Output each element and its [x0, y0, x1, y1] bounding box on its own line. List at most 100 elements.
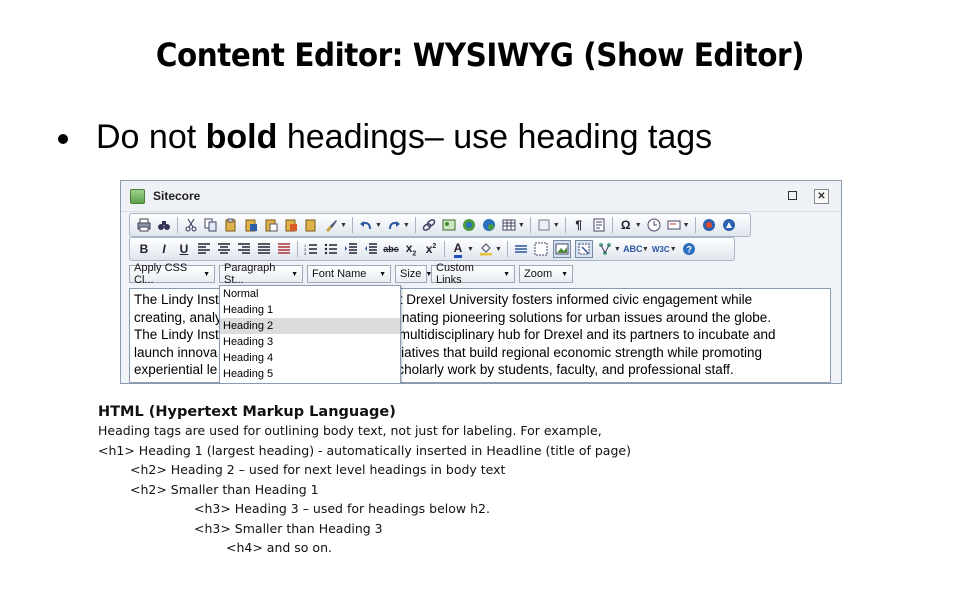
- close-icon: ✕: [817, 191, 826, 202]
- close-button[interactable]: ✕: [814, 189, 829, 204]
- align-left-button[interactable]: [196, 241, 212, 257]
- underline-button[interactable]: U: [176, 241, 192, 257]
- format-stripper-button[interactable]: [323, 217, 339, 233]
- help-button-1[interactable]: [721, 217, 737, 233]
- custom-links-dropdown[interactable]: Custom Links ▼: [431, 262, 515, 286]
- outdent-button[interactable]: [363, 241, 379, 257]
- fore-color-button[interactable]: A: [450, 241, 466, 258]
- insert-snippet-button[interactable]: [591, 217, 607, 233]
- numbered-list-icon: 123: [304, 243, 317, 256]
- insert-date-button[interactable]: [646, 217, 662, 233]
- font-size-dropdown[interactable]: Size ▼: [395, 265, 432, 283]
- paste-word-icon: [245, 219, 257, 232]
- chevron-down-icon[interactable]: ▼: [635, 222, 642, 229]
- binoculars-icon: [158, 221, 170, 230]
- paste-plain-icon: [265, 219, 278, 232]
- chevron-down-icon[interactable]: ▼: [642, 246, 649, 253]
- svg-text:3: 3: [304, 251, 307, 256]
- editor-line-left: The Lindy Inst: [134, 327, 219, 342]
- menu-item-heading-5[interactable]: Heading 5: [220, 366, 400, 382]
- chevron-down-icon[interactable]: ▼: [553, 222, 560, 229]
- html-notes-line: <h2> Smaller than Heading 1: [130, 481, 319, 497]
- indent-button[interactable]: [343, 241, 359, 257]
- maximize-button[interactable]: [786, 189, 799, 202]
- undo-button[interactable]: [358, 217, 374, 233]
- chevron-down-icon[interactable]: ▼: [340, 222, 347, 229]
- apply-css-class-dropdown[interactable]: Apply CSS Cl... ▼: [129, 262, 215, 286]
- chevron-down-icon[interactable]: ▼: [670, 246, 677, 253]
- zoom-dropdown[interactable]: Zoom ▼: [519, 265, 573, 283]
- sitecore-window: Sitecore ✕ ▼ ▼ ▼ ▼ ▼ ¶ Ω ▼ ▼ B I U 1 2 3…: [120, 180, 842, 384]
- html-notes: HTML (Hypertext Markup Language) Heading…: [98, 404, 631, 560]
- bullet-list-button[interactable]: [323, 241, 339, 257]
- show-paragraph-marks-button[interactable]: ¶: [571, 217, 587, 233]
- bold-button[interactable]: B: [136, 241, 152, 257]
- help-button[interactable]: ?: [681, 241, 697, 257]
- menu-item-heading-3[interactable]: Heading 3: [220, 334, 400, 350]
- menu-item-heading-2[interactable]: Heading 2: [220, 318, 400, 334]
- copy-button[interactable]: [203, 217, 219, 233]
- numbered-list-button[interactable]: 123: [303, 241, 319, 257]
- dropdown-label: Zoom: [524, 268, 553, 280]
- toolbar-separator: [506, 241, 508, 257]
- insert-image-button[interactable]: [441, 217, 457, 233]
- superscript-button[interactable]: x2: [423, 241, 439, 257]
- compass-icon: [722, 219, 735, 231]
- align-center-button[interactable]: [216, 241, 232, 257]
- toggle-table-border-button[interactable]: [533, 241, 549, 257]
- spellcheck-button[interactable]: ABC: [623, 241, 643, 257]
- strikethrough-button[interactable]: abc: [383, 241, 399, 257]
- italic-button[interactable]: I: [156, 241, 172, 257]
- chevron-down-icon[interactable]: ▼: [495, 246, 502, 253]
- menu-item-normal[interactable]: Normal: [220, 286, 400, 302]
- table-icon: [502, 219, 516, 231]
- preview-button[interactable]: [701, 217, 717, 233]
- paste-button[interactable]: [223, 217, 239, 233]
- paste-as-button[interactable]: [303, 217, 319, 233]
- chevron-down-icon[interactable]: ▼: [518, 222, 525, 229]
- chevron-down-icon[interactable]: ▼: [614, 246, 621, 253]
- picture-icon: [555, 243, 569, 255]
- cut-button[interactable]: [183, 217, 199, 233]
- print-button[interactable]: [136, 217, 152, 233]
- insert-flash-button[interactable]: [481, 217, 497, 233]
- redo-button[interactable]: [386, 217, 402, 233]
- modules-button[interactable]: [597, 241, 613, 257]
- chevron-down-icon[interactable]: ▼: [683, 222, 690, 229]
- find-replace-button[interactable]: [156, 217, 172, 233]
- align-right-button[interactable]: [236, 241, 252, 257]
- paste-as-icon: [305, 219, 316, 232]
- insert-custom-button[interactable]: [666, 217, 682, 233]
- snippet-icon: [593, 218, 605, 232]
- html-notes-line: <h4> and so on.: [226, 540, 332, 555]
- insert-link-button[interactable]: [421, 217, 437, 233]
- insert-media-button[interactable]: [461, 217, 477, 233]
- window-title: Sitecore: [153, 189, 201, 203]
- align-center-icon: [218, 243, 230, 254]
- chevron-down-icon[interactable]: ▼: [375, 222, 382, 229]
- paste-plain-button[interactable]: [263, 217, 279, 233]
- paste-word-button[interactable]: [243, 217, 259, 233]
- menu-item-heading-1[interactable]: Heading 1: [220, 302, 400, 318]
- paste-html-button[interactable]: [283, 217, 299, 233]
- insert-table-button[interactable]: [501, 217, 517, 233]
- justify-button[interactable]: [256, 241, 272, 257]
- table-properties-button[interactable]: [536, 217, 552, 233]
- remove-alignment-button[interactable]: [276, 241, 292, 257]
- font-name-dropdown[interactable]: Font Name ▼: [307, 265, 391, 283]
- paragraph-style-dropdown[interactable]: Paragraph St... ▼: [219, 262, 303, 286]
- image-manager-button[interactable]: [552, 240, 571, 258]
- chevron-down-icon[interactable]: ▼: [403, 222, 410, 229]
- paint-bucket-icon: [479, 243, 492, 256]
- table-grid-icon: [538, 219, 550, 231]
- w3c-validator-button[interactable]: W3C: [652, 241, 670, 257]
- back-color-button[interactable]: [478, 241, 494, 257]
- menu-item-heading-4[interactable]: Heading 4: [220, 350, 400, 366]
- horizontal-rule-button[interactable]: [513, 241, 529, 257]
- chevron-down-icon[interactable]: ▼: [467, 246, 474, 253]
- insert-symbol-button[interactable]: Ω: [618, 217, 634, 233]
- superscript-icon: x2: [425, 242, 437, 256]
- subscript-button[interactable]: x2: [403, 241, 419, 257]
- select-all-button[interactable]: [574, 240, 593, 258]
- editor-line-right: nating pioneering solutions for urban is…: [401, 309, 772, 325]
